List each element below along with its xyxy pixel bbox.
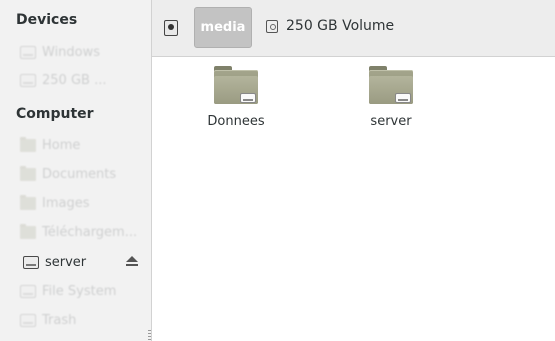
file-name: server xyxy=(370,114,412,129)
folder-drive-icon xyxy=(214,66,258,106)
folder-icon xyxy=(20,165,36,181)
sidebar-item-250gb[interactable]: 250 GB ... xyxy=(20,69,144,91)
sidebar-item-file-system[interactable]: File System xyxy=(20,280,144,302)
folder-drive-icon xyxy=(369,66,413,106)
sidebar-item-trash[interactable]: Trash xyxy=(20,309,144,331)
file-manager-window: Devices Windows 250 GB ... Computer Home… xyxy=(0,0,555,341)
eject-icon[interactable] xyxy=(126,256,138,268)
sidebar-item-label: Home xyxy=(42,137,81,153)
sidebar-item-label: Images xyxy=(42,195,90,211)
sidebar-item-images[interactable]: Images xyxy=(20,192,144,214)
sidebar-item-label: Trash xyxy=(42,312,77,328)
sidebar-item-label: Téléchargem... xyxy=(42,224,138,240)
trash-icon xyxy=(20,313,36,327)
previous-location-button[interactable] xyxy=(164,20,178,36)
sidebar-item-label: server xyxy=(45,254,87,270)
drive-icon xyxy=(20,73,36,87)
drive-icon xyxy=(20,45,36,59)
resize-grip[interactable] xyxy=(148,330,151,340)
breadcrumb-label: 250 GB Volume xyxy=(286,18,395,34)
sidebar-item-label: Documents xyxy=(42,166,117,182)
file-name: Donnees xyxy=(207,114,265,129)
drive-icon xyxy=(23,255,39,269)
sidebar-item-label: Windows xyxy=(42,44,101,60)
breadcrumb-volume[interactable]: 250 GB Volume xyxy=(266,18,394,34)
drive-icon xyxy=(20,284,36,298)
folder-icon xyxy=(20,136,36,152)
folder-icon xyxy=(20,223,36,239)
path-bar: media 250 GB Volume xyxy=(152,0,555,57)
sidebar: Devices Windows 250 GB ... Computer Home… xyxy=(0,0,152,341)
breadcrumb-label: media xyxy=(200,20,246,35)
file-view: Donnees server xyxy=(152,57,555,341)
sidebar-item-windows[interactable]: Windows xyxy=(20,41,144,63)
computer-heading: Computer xyxy=(16,106,94,122)
sidebar-item-downloads[interactable]: Téléchargem... xyxy=(20,221,144,243)
drive-icon xyxy=(266,19,278,33)
sidebar-item-documents[interactable]: Documents xyxy=(20,163,144,185)
sidebar-item-label: File System xyxy=(42,283,117,299)
breadcrumb-media[interactable]: media xyxy=(194,7,252,48)
folder-icon xyxy=(20,194,36,210)
sidebar-item-label: 250 GB ... xyxy=(42,72,107,88)
devices-heading: Devices xyxy=(16,12,78,28)
file-item-donnees[interactable]: Donnees xyxy=(191,66,281,129)
file-item-server[interactable]: server xyxy=(346,66,436,129)
sidebar-item-home[interactable]: Home xyxy=(20,134,144,156)
